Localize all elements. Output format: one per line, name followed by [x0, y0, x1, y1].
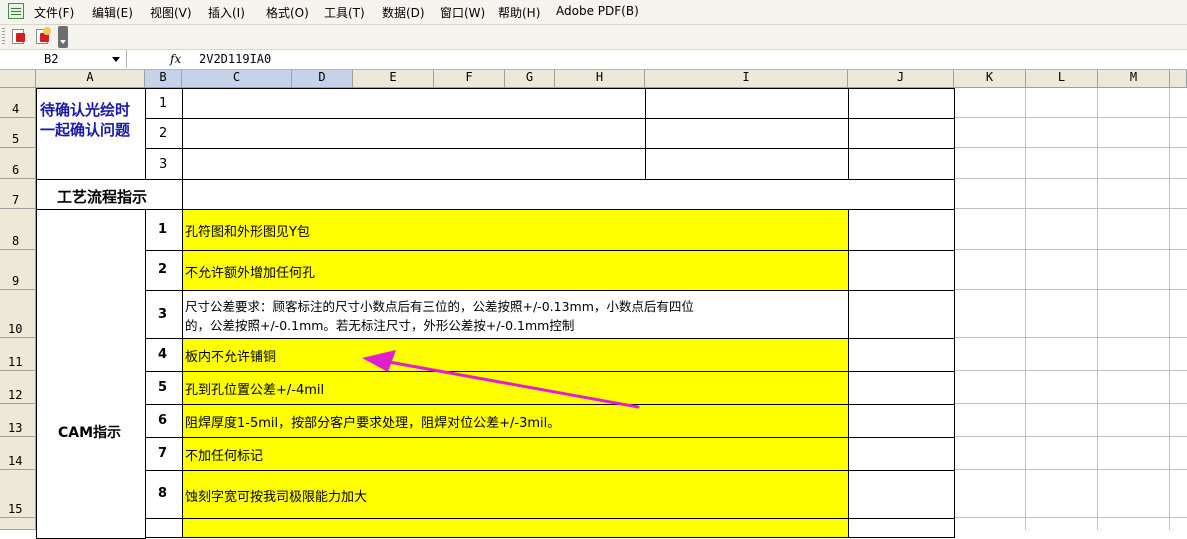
annotation-arrow [362, 350, 640, 409]
